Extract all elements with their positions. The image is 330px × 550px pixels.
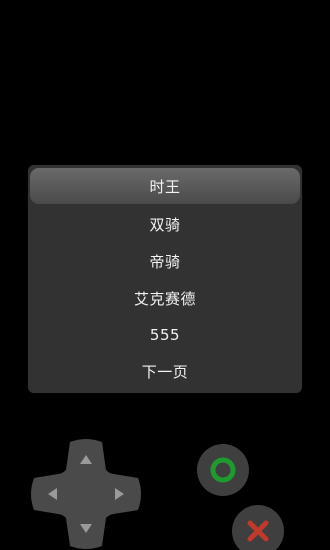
- menu-item-label: 艾克赛德: [133, 289, 196, 308]
- menu-item-decade[interactable]: 帝骑: [30, 243, 300, 279]
- cross-icon: [247, 520, 269, 542]
- menu-item-double[interactable]: 双骑: [30, 206, 300, 242]
- menu-item-label: 下一页: [141, 362, 189, 381]
- menu-item-zi-o[interactable]: 时王: [30, 168, 300, 204]
- menu-item-label: 双骑: [149, 215, 181, 234]
- menu-item-faiz[interactable]: 555: [30, 317, 300, 353]
- menu-item-next-page[interactable]: 下一页: [30, 353, 300, 389]
- dpad-icon: [31, 439, 141, 549]
- character-select-menu: 时王 双骑 帝骑 艾克赛德 555 下一页: [28, 165, 302, 393]
- circle-icon: [210, 457, 236, 483]
- menu-item-exaid[interactable]: 艾克赛德: [30, 280, 300, 316]
- menu-item-label: 555: [149, 326, 181, 344]
- cancel-button[interactable]: [232, 505, 284, 550]
- menu-item-label: 时王: [149, 177, 181, 196]
- confirm-button[interactable]: [197, 444, 249, 496]
- game-screen: 时王 双骑 帝骑 艾克赛德 555 下一页: [0, 0, 330, 550]
- dpad[interactable]: [30, 438, 142, 550]
- menu-item-label: 帝骑: [149, 252, 181, 271]
